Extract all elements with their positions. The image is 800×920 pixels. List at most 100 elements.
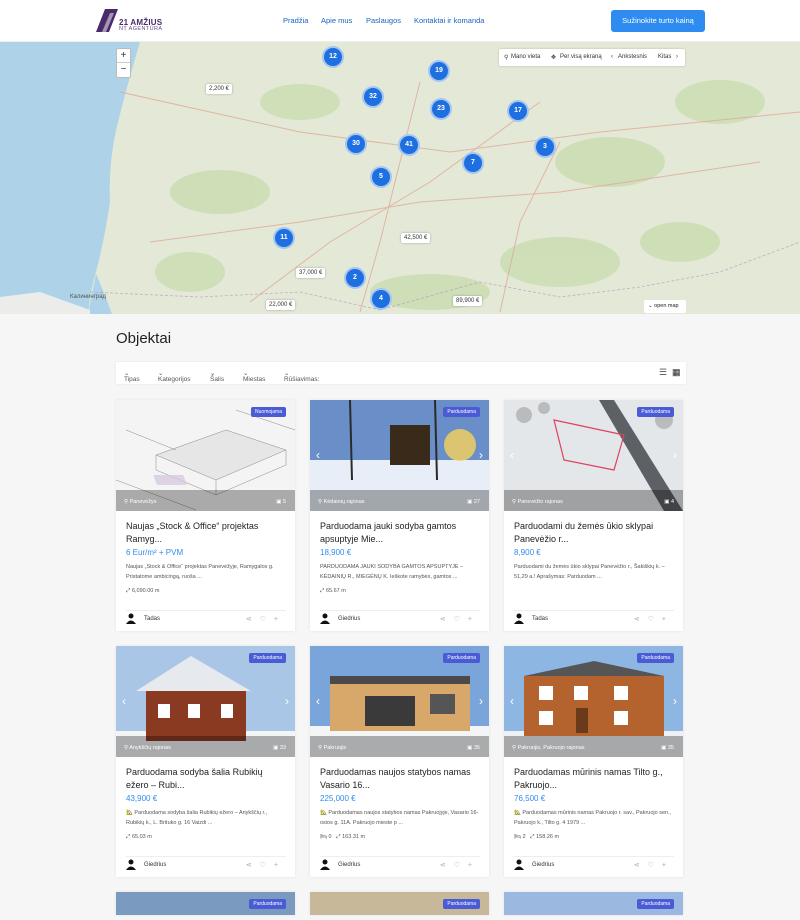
heart-icon[interactable]: ♡ (260, 616, 274, 623)
share-icon[interactable]: ⋖ (246, 616, 260, 623)
listing-card-partial[interactable]: Parduodama (310, 892, 489, 915)
share-icon[interactable]: ⋖ (634, 862, 648, 869)
status-badge: Parduodama (443, 899, 480, 909)
filter-salis[interactable]: Šalis ⌄ (210, 369, 224, 383)
chevron-right-icon[interactable]: › (673, 448, 677, 462)
agent-name[interactable]: Giedrius (338, 616, 360, 622)
listing-photo[interactable]: Parduodama ‹ › ⚲ Kėdainių rajonas ▣ 27 (310, 400, 489, 511)
nav-pradzia[interactable]: Pradžia (283, 16, 308, 25)
listing-card-partial[interactable]: Parduodama (116, 892, 295, 915)
listing-title[interactable]: Parduodama sodyba šalia Rubikių ežero – … (126, 766, 286, 792)
brand-logo[interactable]: 21 AMŽIUS NT AGENTŪRA (96, 9, 176, 33)
agent-name[interactable]: Giedrius (144, 862, 166, 868)
map-cluster[interactable]: 19 (428, 60, 450, 82)
list-view-icon[interactable]: ☰ (659, 367, 667, 378)
price-marker[interactable]: 2,200 € (206, 84, 233, 94)
map-cluster[interactable]: 41 (398, 134, 420, 156)
listing-card[interactable]: Parduodama ‹ › ⚲ Panevėžio rajonas ▣ 4 Pa… (504, 400, 683, 631)
heart-icon[interactable]: ♡ (454, 616, 468, 623)
heart-icon[interactable]: ♡ (648, 862, 662, 869)
price-marker[interactable]: 37,000 € (296, 268, 326, 278)
listing-photo[interactable]: Nuomojama ⚲ Panevėžys ▣ 5 (116, 400, 295, 511)
map-cluster[interactable]: 11 (273, 227, 295, 249)
chevron-left-icon[interactable]: ‹ (316, 694, 320, 708)
listing-card[interactable]: Parduodama ‹ › ⚲ Anykščių rajonas ▣ 33 Pa… (116, 646, 295, 877)
filter-rusiavimas[interactable]: Rūšiavimas: ⌄ (284, 369, 319, 383)
listing-photo[interactable]: Parduodama ‹ › ⚲ Anykščių rajonas ▣ 33 (116, 646, 295, 757)
chevron-right-icon[interactable]: › (673, 694, 677, 708)
heart-icon[interactable]: ♡ (260, 862, 274, 869)
listing-title[interactable]: Parduodama jauki sodyba gamtos apsuptyje… (320, 520, 480, 546)
price-marker[interactable]: 22,000 € (266, 300, 296, 310)
map-cluster[interactable]: 5 (370, 166, 392, 188)
chevron-right-icon[interactable]: › (285, 694, 289, 708)
nav-apie-mus[interactable]: Apie mus (321, 16, 352, 25)
listing-card[interactable]: Parduodama ‹ › ⚲ Pakruojis ▣ 35 Parduodam… (310, 646, 489, 877)
map-cluster[interactable]: 3 (534, 136, 556, 158)
share-icon[interactable]: ⋖ (440, 862, 454, 869)
agent-name[interactable]: Giedrius (532, 862, 554, 868)
listing-title[interactable]: Parduodami du žemės ūkio sklypai Panevėž… (514, 520, 674, 546)
listing-photo[interactable]: Parduodama ‹ › ⚲ Panevėžio rajonas ▣ 4 (504, 400, 683, 511)
chevron-left-icon[interactable]: ‹ (510, 694, 514, 708)
chevron-right-icon[interactable]: › (479, 448, 483, 462)
map-cluster[interactable]: 4 (370, 288, 392, 310)
chevron-right-icon[interactable]: › (479, 694, 483, 708)
plus-icon[interactable]: + (468, 862, 480, 869)
listing-description: 🏡 Parduodamas naujos statybos namas Pakr… (320, 810, 479, 826)
filter-miestas[interactable]: Miestas ⌄ (243, 369, 265, 383)
plus-icon[interactable]: + (274, 616, 286, 623)
map-cluster[interactable]: 17 (507, 100, 529, 122)
zoom-in-button[interactable]: + (117, 49, 130, 63)
plus-icon[interactable]: + (662, 862, 674, 869)
map-cluster[interactable]: 2 (344, 267, 366, 289)
map-cluster[interactable]: 12 (322, 46, 344, 68)
nav-kontaktai[interactable]: Kontaktai ir komanda (414, 16, 484, 25)
chevron-left-icon[interactable]: ‹ (316, 448, 320, 462)
heart-icon[interactable]: ♡ (454, 862, 468, 869)
listing-card[interactable]: Parduodama ‹ › ⚲ Kėdainių rajonas ▣ 27 Pa… (310, 400, 489, 631)
map-cluster[interactable]: 32 (362, 86, 384, 108)
listings-map[interactable]: + − ⚲ Mano vieta ✥ Per visą ekraną ‹ Ank… (0, 42, 800, 314)
chevron-left-icon[interactable]: ‹ (510, 448, 514, 462)
price-marker[interactable]: 42,500 € (401, 233, 431, 243)
location-label: Kėdainių rajonas (323, 499, 365, 505)
next-button[interactable]: Kitas (658, 54, 671, 60)
listing-description: 🏡 Parduodamas mūrinis namas Pakruojo r. … (514, 810, 672, 826)
listing-description: Naujas „Stock & Office“ projektas Panevė… (126, 564, 274, 580)
listing-title[interactable]: Parduodamas mūrinis namas Tilto g., Pakr… (514, 766, 674, 792)
heart-icon[interactable]: ♡ (648, 616, 662, 623)
plus-icon[interactable]: + (468, 616, 480, 623)
agent-name[interactable]: Tadas (532, 616, 548, 622)
filter-label: Tipas (124, 376, 140, 383)
share-icon[interactable]: ⋖ (634, 616, 648, 623)
agent-name[interactable]: Tadas (144, 616, 160, 622)
listing-card[interactable]: Nuomojama ⚲ Panevėžys ▣ 5 Naujas „Stock … (116, 400, 295, 631)
share-icon[interactable]: ⋖ (440, 616, 454, 623)
listing-card[interactable]: Parduodama ‹ › ⚲ Pakruojis, Pakruojo rajo… (504, 646, 683, 877)
fullscreen-button[interactable]: Per visą ekraną (560, 54, 602, 60)
share-icon[interactable]: ⋖ (246, 862, 260, 869)
grid-view-icon[interactable]: ▦ (672, 367, 681, 378)
previous-button[interactable]: Ankstesnis (618, 54, 647, 60)
listing-photo[interactable]: Parduodama ‹ › ⚲ Pakruojis, Pakruojo rajo… (504, 646, 683, 757)
price-estimate-button[interactable]: Sužinokite turto kainą (611, 10, 705, 32)
plus-icon[interactable]: + (662, 616, 674, 623)
listing-card-partial[interactable]: Parduodama (504, 892, 683, 915)
agent-name[interactable]: Giedrius (338, 862, 360, 868)
listing-title[interactable]: Naujas „Stock & Office“ projektas Ramyg.… (126, 520, 286, 546)
map-cluster[interactable]: 30 (345, 133, 367, 155)
nav-paslaugos[interactable]: Paslaugos (366, 16, 401, 25)
map-cluster[interactable]: 7 (462, 152, 484, 174)
plus-icon[interactable]: + (274, 862, 286, 869)
open-map-button[interactable]: ⌄ open map (644, 300, 686, 313)
map-cluster[interactable]: 23 (430, 98, 452, 120)
chevron-left-icon[interactable]: ‹ (122, 694, 126, 708)
filter-tipas[interactable]: Tipas ⌄ (124, 369, 140, 383)
listing-photo[interactable]: Parduodama ‹ › ⚲ Pakruojis ▣ 35 (310, 646, 489, 757)
price-marker[interactable]: 89,900 € (453, 296, 483, 306)
my-location-button[interactable]: Mano vieta (511, 54, 540, 60)
listing-title[interactable]: Parduodamas naujos statybos namas Vasari… (320, 766, 480, 792)
filter-kategorijos[interactable]: Kategorijos ⌄ (158, 369, 191, 383)
zoom-out-button[interactable]: − (117, 63, 130, 77)
